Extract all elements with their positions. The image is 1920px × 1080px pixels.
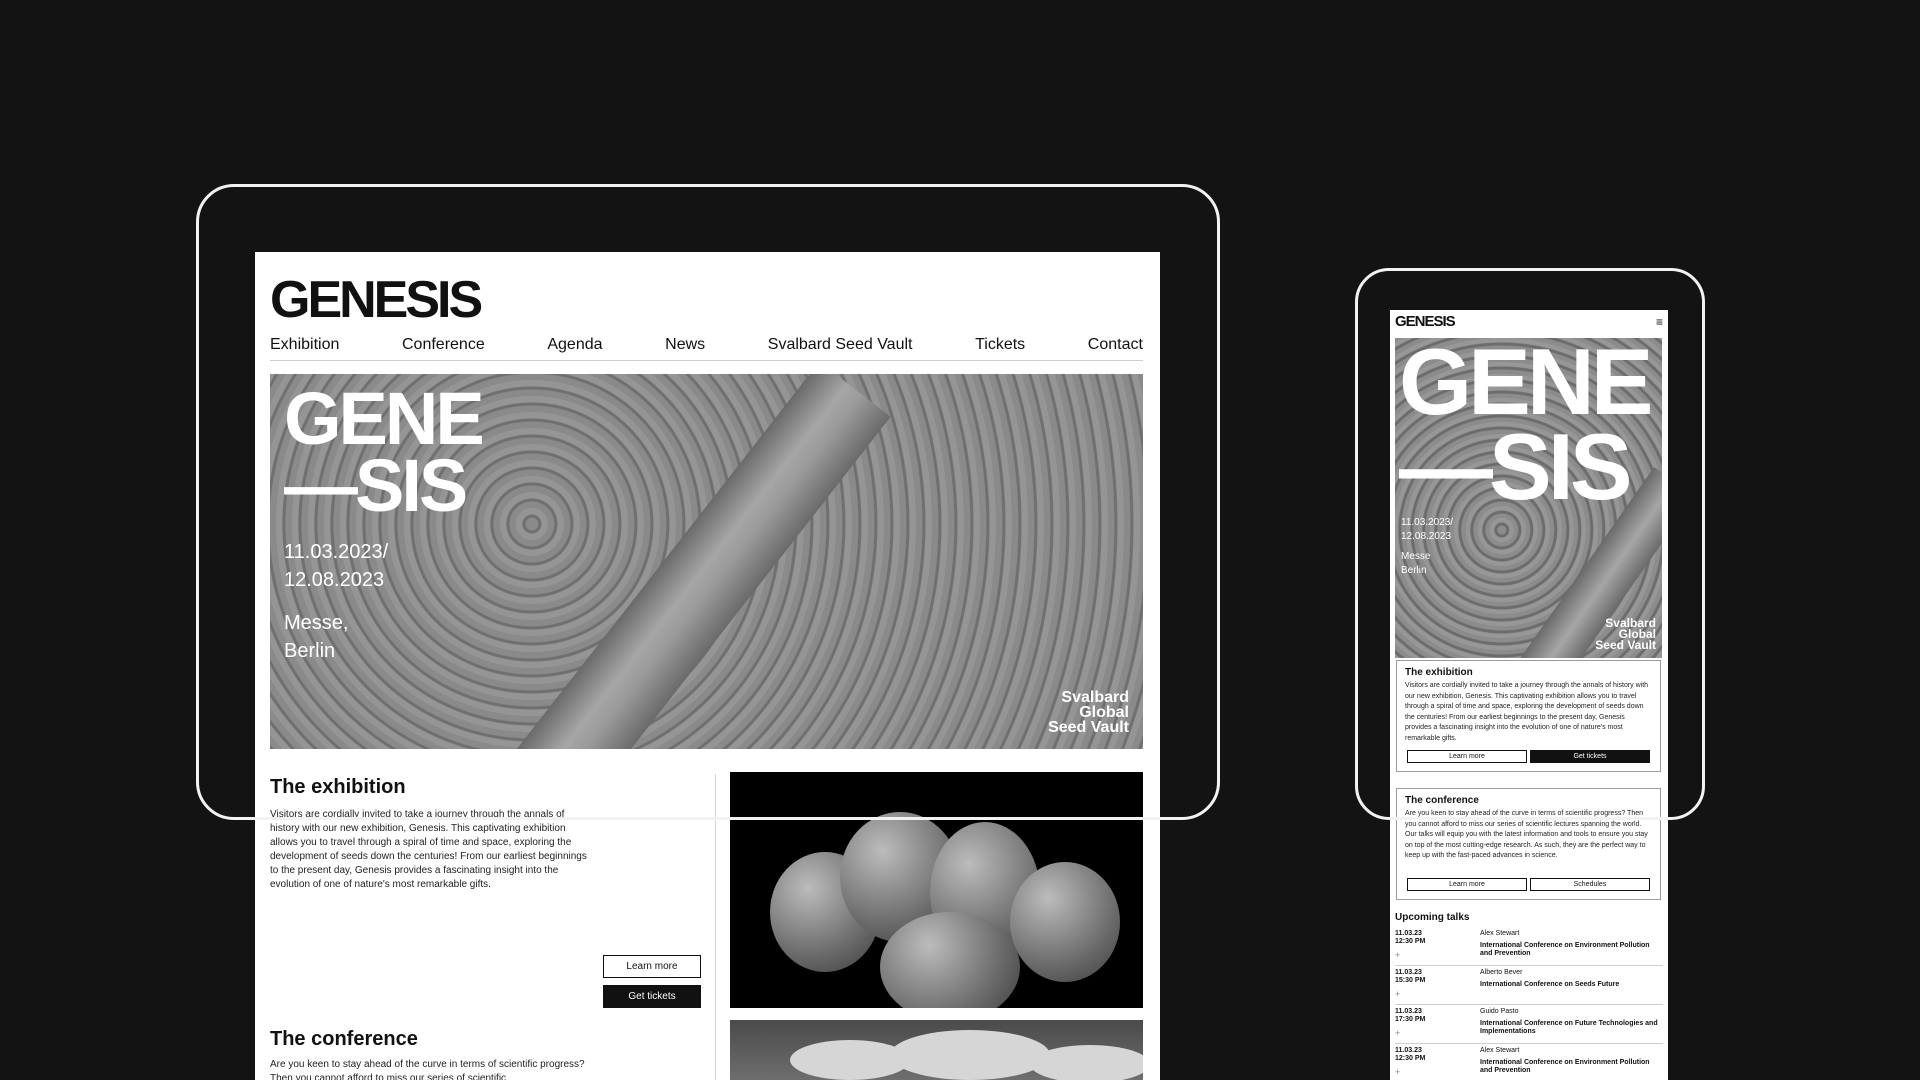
sky-image [730,1020,1143,1080]
mobile-brand-logo[interactable]: GENESIS [1395,313,1456,330]
mobile-hero-title: GENE —SIS [1399,338,1653,519]
brand-logo[interactable]: GENESIS [270,274,483,326]
mobile-exhibition-title: The exhibition [1405,667,1473,678]
mobile-exhibition-body: Visitors are cordially invited to take a… [1405,682,1649,742]
seed-macro-image [730,772,1143,1008]
talk-speaker: Alex Stewart [1480,930,1520,937]
mobile-learn-more-button[interactable]: Learn more [1407,750,1527,763]
talk-row[interactable]: 11.03.23 12:30 PM + Alex Stewart Internat… [1395,928,1663,966]
mobile-schedules-button[interactable]: Schedules [1530,878,1650,891]
mobile-hero-location: Messe Berlin [1401,551,1431,576]
plus-icon[interactable]: + [1395,950,1400,960]
conference-body: Are you keen to stay ahead of the curve … [270,1059,585,1080]
seed-vault-logo: Svalbard Global Seed Vault [1048,689,1129,736]
hero-dates: 11.03.2023/ 12.08.2023 [284,541,389,591]
mobile-conference-body: Are you keen to stay ahead of the curve … [1405,810,1648,859]
mobile-get-tickets-button[interactable]: Get tickets [1530,750,1650,763]
upcoming-talks-title: Upcoming talks [1395,912,1470,923]
mobile-exhibition-card: The exhibition Visitors are cordially in… [1396,660,1661,772]
mobile-screen: GENESIS ≡ GENE —SIS 11.03.2023/ 12.08.20… [1390,310,1668,1080]
talk-title: International Conference on Future Techn… [1480,1020,1658,1035]
mobile-conference-title: The conference [1405,795,1479,806]
mobile-conference-card: The conference Are you keen to stay ahea… [1396,788,1661,900]
plus-icon[interactable]: + [1395,1067,1400,1077]
mobile-conference-learn-more-button[interactable]: Learn more [1407,878,1527,891]
desktop-screen: GENESIS Exhibition Conference Agenda New… [255,252,1160,1080]
talk-title: International Conference on Seeds Future [1480,981,1620,988]
hero-location: Messe, Berlin [284,612,349,662]
mobile-seed-vault-logo: Svalbard Global Seed Vault [1595,616,1656,652]
get-tickets-button[interactable]: Get tickets [603,985,701,1008]
column-divider [715,774,716,1080]
learn-more-button[interactable]: Learn more [603,955,701,978]
mobile-hero: GENE —SIS 11.03.2023/ 12.08.2023 Messe B… [1395,338,1662,658]
nav-conference[interactable]: Conference [402,336,485,354]
nav-agenda[interactable]: Agenda [547,336,602,354]
hamburger-menu-icon[interactable]: ≡ [1656,316,1663,328]
talk-title: International Conference on Environment … [1480,1059,1650,1074]
nav-tickets[interactable]: Tickets [975,336,1025,354]
conference-title: The conference [270,1028,418,1050]
mobile-hero-dates: 11.03.2023/ 12.08.2023 [1401,517,1454,542]
talk-speaker: Guido Pasto [1480,1008,1519,1015]
hero-title: GENE —SIS [284,377,485,527]
nav-exhibition[interactable]: Exhibition [270,336,339,354]
talk-speaker: Alex Stewart [1480,1047,1520,1054]
nav-contact[interactable]: Contact [1088,336,1143,354]
plus-icon[interactable]: + [1395,989,1400,999]
exhibition-body: Visitors are cordially invited to take a… [270,809,587,890]
talk-row[interactable]: 11.03.23 12:30 PM + Alex Stewart Internat… [1395,1045,1663,1080]
talk-row[interactable]: 11.03.23 17:30 PM + Guido Pasto Internati… [1395,1006,1663,1044]
exhibition-title: The exhibition [270,776,406,798]
nav-seed-vault[interactable]: Svalbard Seed Vault [768,336,913,354]
hero-banner: GENE —SIS 11.03.2023/ 12.08.2023 Messe, … [270,374,1143,749]
talk-title: International Conference on Environment … [1480,942,1650,957]
plus-icon[interactable]: + [1395,1028,1400,1038]
nav-news[interactable]: News [665,336,705,354]
main-nav: Exhibition Conference Agenda News Svalba… [270,334,1143,361]
talk-row[interactable]: 11.03.23 15:30 PM + Alberto Bever Interna… [1395,967,1663,1005]
talk-speaker: Alberto Bever [1480,969,1523,976]
